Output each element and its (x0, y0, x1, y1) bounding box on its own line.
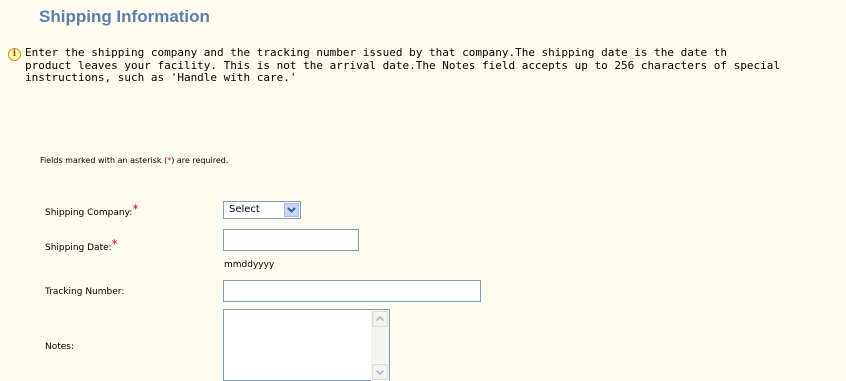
tracking-number-label: Tracking Number: (45, 287, 125, 297)
shipping-company-select[interactable]: Select (223, 201, 301, 219)
shipping-company-label-text: Shipping Company: (45, 208, 133, 218)
required-note-prefix: Fields marked with an asterisk ( (40, 156, 168, 165)
info-line-2: product leaves your facility. This is no… (25, 58, 780, 72)
info-line-1: Enter the shipping company and the track… (25, 46, 727, 59)
tracking-number-input[interactable] (223, 280, 481, 302)
shipping-date-required-asterisk: * (111, 237, 118, 251)
shipping-date-label-text: Shipping Date: (45, 243, 112, 253)
shipping-company-selected-value: Select (229, 204, 260, 215)
scroll-up-icon[interactable] (372, 311, 388, 327)
notes-scrollbar[interactable] (371, 310, 389, 381)
info-line-3: instructions, such as 'Handle with care.… (25, 71, 297, 84)
notes-label: Notes: (45, 342, 75, 352)
page-title: Shipping Information (39, 7, 210, 26)
info-icon: i (8, 48, 21, 61)
info-text: Enter the shipping company and the track… (25, 46, 846, 85)
scroll-down-icon[interactable] (372, 364, 388, 380)
required-fields-note: Fields marked with an asterisk (*) are r… (40, 156, 228, 165)
chevron-down-icon[interactable] (284, 203, 299, 217)
shipping-date-label: Shipping Date:* (45, 237, 118, 253)
shipping-date-format-hint: mmddyyyy (224, 260, 275, 270)
required-note-suffix: ) are required. (171, 156, 229, 165)
notes-textarea[interactable] (223, 309, 390, 381)
shipping-company-required-asterisk: * (132, 202, 139, 216)
shipping-date-input[interactable] (223, 229, 359, 251)
shipping-company-label: Shipping Company:* (45, 202, 139, 218)
